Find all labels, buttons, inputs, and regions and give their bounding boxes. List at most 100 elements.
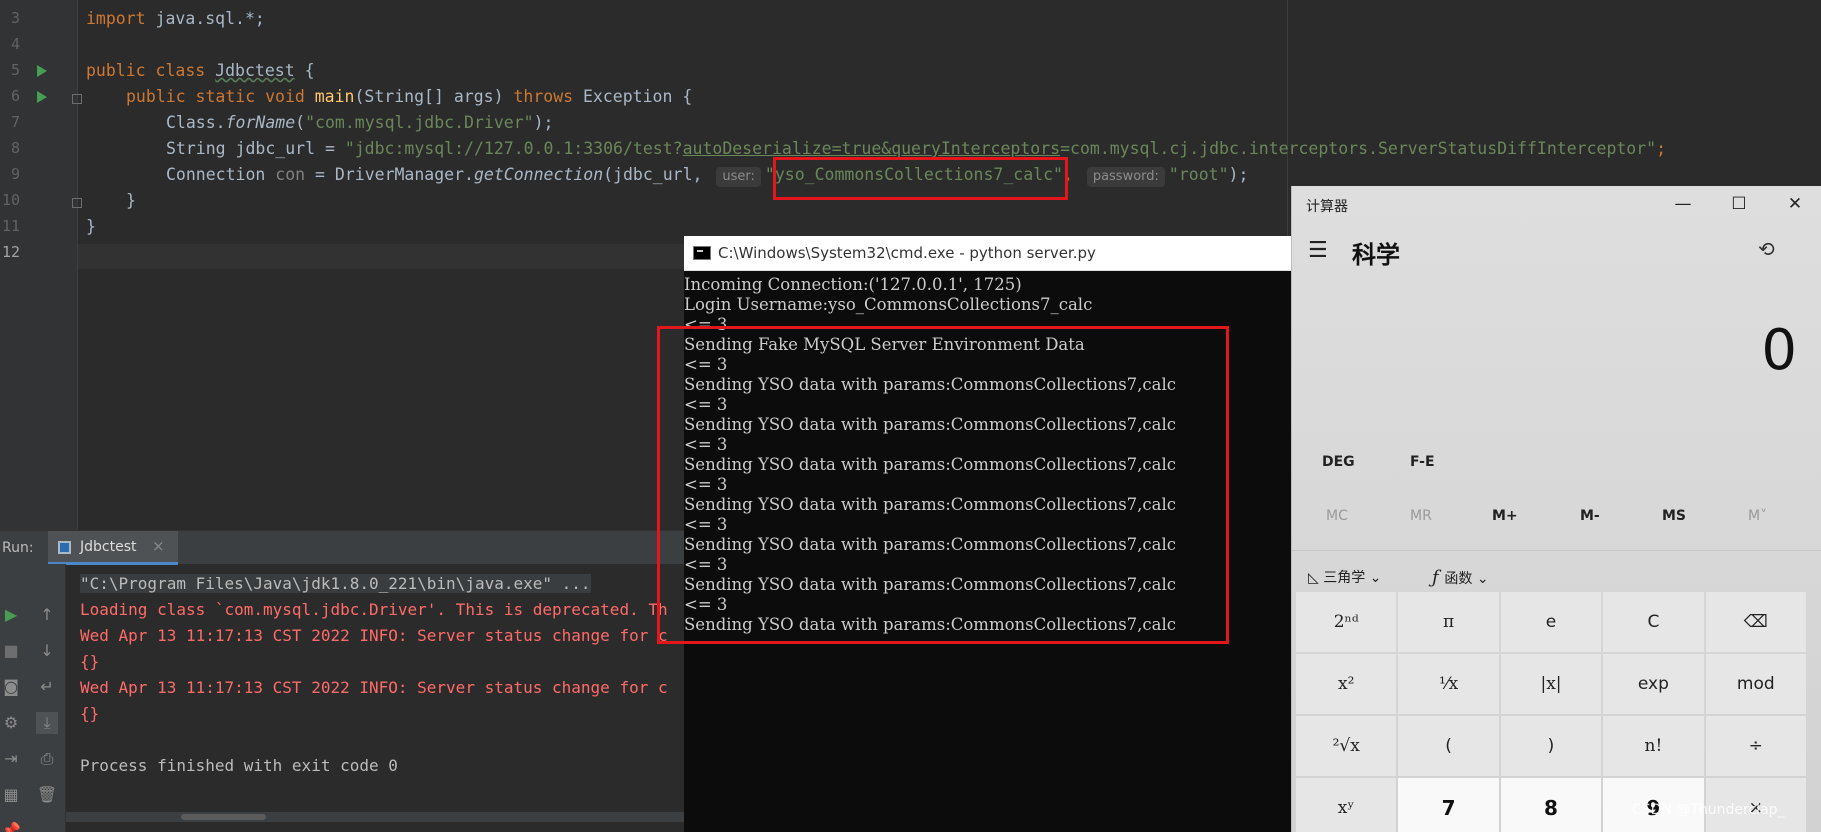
cmd-app-icon bbox=[693, 246, 711, 260]
editor-gutter: 3 4 5 6 7 8 9 10 11 12 bbox=[0, 0, 82, 530]
layout-icon[interactable]: ▦ bbox=[0, 784, 22, 806]
second-function-key[interactable]: 2ⁿᵈ bbox=[1296, 592, 1397, 652]
string-literal: =com.mysql.cj.jdbc.interceptors.ServerSt… bbox=[1060, 139, 1657, 158]
scroll-to-end-icon[interactable]: ⤓ bbox=[36, 712, 58, 734]
up-arrow-icon[interactable]: ↑ bbox=[36, 604, 58, 626]
memory-list-button[interactable]: M˅ bbox=[1748, 508, 1767, 524]
method-name: forName bbox=[225, 113, 296, 132]
m-minus-button[interactable]: M- bbox=[1580, 508, 1600, 524]
line-number: 6 bbox=[10, 87, 20, 105]
string-literal: "jdbc:mysql://127.0.0.1:3306/test? bbox=[344, 139, 683, 158]
trig-label: 三角学 bbox=[1323, 570, 1366, 586]
history-icon[interactable]: ⟲ bbox=[1758, 237, 1775, 261]
maximize-button[interactable]: ☐ bbox=[1716, 190, 1762, 218]
exit-icon[interactable]: ⇥ bbox=[0, 748, 22, 770]
console-line-error: {} bbox=[80, 704, 100, 723]
mr-button[interactable]: MR bbox=[1410, 508, 1432, 524]
line-number: 8 bbox=[10, 139, 20, 157]
console-line: "C:\Program Files\Java\jdk1.8.0_221\bin\… bbox=[80, 574, 591, 593]
highlight-box-username bbox=[773, 157, 1068, 200]
calculator-window[interactable]: 计算器 — ☐ ✕ ☰ 科学 ⟲ 0 DEG F-E MC MR M+ M- M… bbox=[1291, 186, 1821, 832]
function-icon: ƒ bbox=[1432, 567, 1445, 588]
code-text: = DriverManager. bbox=[305, 165, 474, 184]
code-text: ); bbox=[1228, 165, 1249, 184]
line-number-current: 12 bbox=[1, 243, 20, 261]
code-text: Class. bbox=[166, 113, 226, 132]
stop-icon[interactable]: ■ bbox=[0, 640, 22, 662]
calculator-title: 计算器 bbox=[1306, 199, 1348, 215]
tab-jdbctest[interactable]: Jdbctest × bbox=[48, 531, 178, 565]
print-icon[interactable]: ⎙ bbox=[36, 748, 58, 770]
open-paren-key[interactable]: ( bbox=[1398, 716, 1499, 776]
fold-icon[interactable] bbox=[72, 94, 82, 104]
close-button[interactable]: ✕ bbox=[1772, 190, 1818, 218]
console-line-error: Wed Apr 13 11:17:13 CST 2022 INFO: Serve… bbox=[80, 678, 668, 697]
camera-icon[interactable]: ◙ bbox=[0, 676, 22, 698]
deg-button[interactable]: DEG bbox=[1322, 454, 1355, 470]
code-line: Class.forName("com.mysql.jdbc.Driver"); bbox=[166, 112, 553, 134]
down-arrow-icon[interactable]: ↓ bbox=[36, 640, 58, 662]
ms-button[interactable]: MS bbox=[1662, 508, 1686, 524]
e-key[interactable]: e bbox=[1500, 592, 1602, 652]
square-key[interactable]: x² bbox=[1296, 654, 1397, 714]
code-text: } bbox=[126, 191, 136, 210]
soft-wrap-icon[interactable]: ↵ bbox=[36, 676, 58, 698]
code-line: public static void main(String[] args) t… bbox=[126, 86, 692, 108]
m-plus-button[interactable]: M+ bbox=[1492, 508, 1518, 524]
class-name[interactable]: Jdbctest bbox=[215, 61, 294, 80]
run-main-icon[interactable] bbox=[37, 91, 47, 103]
power-key[interactable]: xʸ bbox=[1296, 778, 1397, 832]
settings-icon[interactable]: ⚙ bbox=[0, 712, 22, 734]
factorial-key[interactable]: n! bbox=[1603, 716, 1704, 776]
reciprocal-key[interactable]: ¹⁄x bbox=[1398, 654, 1499, 714]
cmd-window-title: C:\Windows\System32\cmd.exe - python ser… bbox=[718, 244, 1096, 262]
clear-key[interactable]: C bbox=[1603, 592, 1704, 652]
code-text: { bbox=[294, 61, 315, 80]
digit-8-key[interactable]: 8 bbox=[1500, 778, 1602, 832]
exp-key[interactable]: exp bbox=[1603, 654, 1704, 714]
line-number: 4 bbox=[10, 35, 20, 53]
run-console[interactable]: "C:\Program Files\Java\jdk1.8.0_221\bin\… bbox=[80, 564, 700, 832]
backspace-key[interactable]: ⌫ bbox=[1705, 592, 1806, 652]
absolute-key[interactable]: |x| bbox=[1500, 654, 1602, 714]
function-dropdown[interactable]: ƒ 函数 ⌄ bbox=[1432, 567, 1489, 588]
rerun-icon[interactable]: ▶ bbox=[0, 604, 22, 626]
digit-7-key[interactable]: 7 bbox=[1398, 778, 1499, 832]
keyword: throws bbox=[513, 87, 574, 106]
keyword: public static void bbox=[126, 87, 305, 106]
horizontal-scrollbar[interactable] bbox=[66, 812, 700, 822]
cmd-line: Incoming Connection:('127.0.0.1', 1725) bbox=[684, 275, 1022, 294]
code-text: (jdbc_url, bbox=[603, 165, 713, 184]
string-literal-password: "root" bbox=[1168, 165, 1229, 184]
code-line: public class Jdbctest { bbox=[86, 60, 315, 82]
trig-dropdown[interactable]: ◺ 三角学 ⌄ bbox=[1308, 567, 1381, 587]
close-tab-icon[interactable]: × bbox=[152, 537, 165, 555]
sqrt-key[interactable]: ²√x bbox=[1296, 716, 1397, 776]
close-paren-key[interactable]: ) bbox=[1500, 716, 1602, 776]
hamburger-menu-icon[interactable]: ☰ bbox=[1308, 238, 1328, 263]
cmd-titlebar[interactable]: C:\Windows\System32\cmd.exe - python ser… bbox=[684, 236, 1292, 271]
pin-icon[interactable]: 📌 bbox=[0, 820, 22, 832]
mc-button[interactable]: MC bbox=[1326, 508, 1348, 524]
divide-key[interactable]: ÷ bbox=[1705, 716, 1806, 776]
run-label: Run: bbox=[2, 540, 34, 556]
fe-button[interactable]: F-E bbox=[1410, 454, 1435, 470]
line-number: 10 bbox=[1, 191, 20, 209]
scrollbar-thumb[interactable] bbox=[181, 814, 266, 820]
fold-icon[interactable] bbox=[72, 198, 82, 208]
pi-key[interactable]: π bbox=[1398, 592, 1499, 652]
code-text: ( bbox=[295, 113, 306, 132]
run-tab-label: Jdbctest bbox=[80, 539, 137, 555]
minimize-button[interactable]: — bbox=[1660, 190, 1706, 218]
run-header: Run: Jdbctest × bbox=[0, 530, 700, 565]
mod-key[interactable]: mod bbox=[1705, 654, 1806, 714]
string-literal: "com.mysql.jdbc.Driver" bbox=[305, 113, 534, 132]
chevron-down-icon: ⌄ bbox=[1365, 570, 1382, 586]
chevron-down-icon: ⌄ bbox=[1472, 571, 1489, 587]
trash-icon[interactable]: 🗑 bbox=[36, 784, 58, 806]
run-class-icon[interactable] bbox=[37, 65, 47, 77]
code-line: Connection con = DriverManager.getConnec… bbox=[166, 164, 1248, 187]
function-label: 函数 bbox=[1444, 571, 1473, 587]
calculator-titlebar[interactable]: 计算器 — ☐ ✕ bbox=[1292, 186, 1821, 222]
method-name: getConnection bbox=[473, 165, 604, 184]
